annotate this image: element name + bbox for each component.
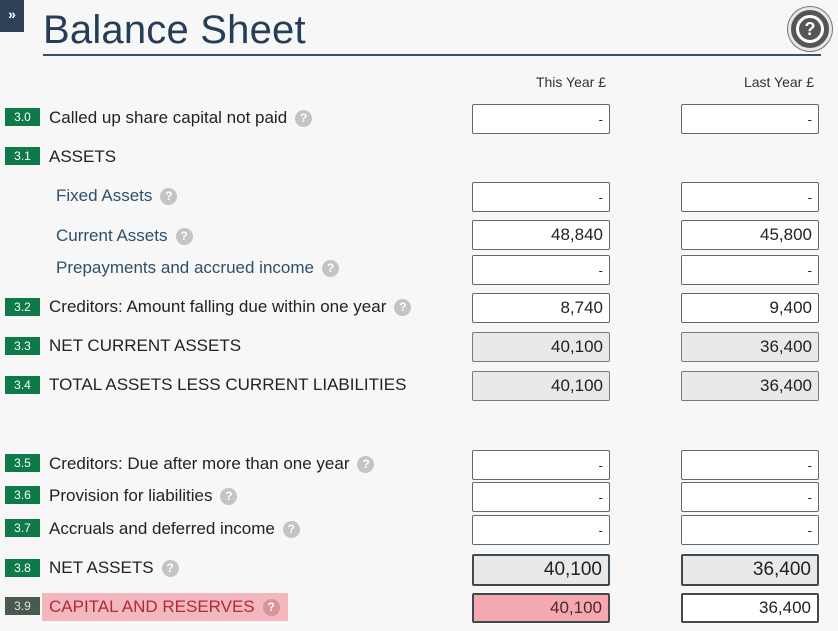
last-year-value: 36,400 (681, 371, 819, 401)
section-badge: 3.9 (5, 597, 40, 615)
row-label-text: ASSETS (49, 147, 117, 166)
last-year-input[interactable]: - (681, 255, 819, 285)
section-badge: 3.4 (5, 376, 40, 394)
row-label-text: TOTAL ASSETS LESS CURRENT LIABILITIES (49, 375, 407, 394)
last-year-input[interactable]: 36,400 (681, 593, 819, 623)
last-year-value: 36,400 (681, 332, 819, 362)
section-badge: 3.5 (5, 454, 40, 472)
last-year-input[interactable]: - (681, 104, 819, 134)
row-label: TOTAL ASSETS LESS CURRENT LIABILITIES (49, 375, 406, 395)
help-icon[interactable]: ? (295, 109, 313, 127)
row-3-1: 3.1 ASSETS (0, 143, 838, 173)
row-label: Fixed Assets ? (56, 186, 178, 206)
row-label-text: NET ASSETS (49, 558, 154, 577)
row-label: Creditors: Amount falling due within one… (49, 297, 412, 317)
help-icon[interactable]: ? (262, 598, 280, 616)
this-year-input[interactable]: - (472, 104, 610, 134)
last-year-input[interactable]: - (681, 515, 819, 545)
question-icon: ? (796, 15, 824, 43)
row-label: NET ASSETS ? (49, 558, 179, 578)
help-icon[interactable]: ? (161, 559, 179, 577)
row-label-text: Creditors: Due after more than one year (49, 454, 350, 473)
last-year-input[interactable]: - (681, 182, 819, 212)
section-badge: 3.6 (5, 486, 40, 504)
row-label: Called up share capital not paid ? (49, 108, 313, 128)
row-label-text: Current Assets (56, 226, 168, 245)
title-divider (43, 54, 821, 56)
row-current-assets: Current Assets ? 48,840 45,800 (0, 220, 838, 250)
row-3-5: 3.5 Creditors: Due after more than one y… (0, 450, 838, 480)
section-badge: 3.2 (5, 298, 40, 316)
last-year-input[interactable]: - (681, 450, 819, 480)
last-year-value: 36,400 (681, 554, 819, 586)
this-year-input[interactable]: - (472, 450, 610, 480)
help-icon[interactable]: ? (321, 259, 339, 277)
row-label: ASSETS (49, 147, 116, 167)
section-badge: 3.0 (5, 108, 40, 126)
section-badge: 3.7 (5, 519, 40, 537)
expand-sidebar-button[interactable]: » (0, 0, 24, 32)
last-year-input[interactable]: 45,800 (681, 220, 819, 250)
row-label: Current Assets ? (56, 226, 193, 246)
row-3-8: 3.8 NET ASSETS ? 40,100 36,400 (0, 554, 838, 586)
this-year-value: 40,100 (472, 371, 610, 401)
row-label-text: Called up share capital not paid (49, 108, 288, 127)
row-label: NET CURRENT ASSETS (49, 336, 241, 356)
row-label-text: Accruals and deferred income (49, 519, 275, 538)
last-year-input[interactable]: - (681, 482, 819, 512)
last-year-input[interactable]: 9,400 (681, 293, 819, 323)
row-label-text: Fixed Assets (56, 186, 153, 205)
section-badge: 3.1 (5, 147, 40, 165)
row-3-6: 3.6 Provision for liabilities ? - - (0, 482, 838, 512)
help-icon[interactable]: ? (160, 187, 178, 205)
page-title: Balance Sheet (43, 8, 306, 52)
row-label-text: Provision for liabilities (49, 486, 213, 505)
section-badge: 3.8 (5, 559, 40, 577)
row-label: Creditors: Due after more than one year … (49, 454, 375, 474)
help-icon[interactable]: ? (357, 455, 375, 473)
row-fixed-assets: Fixed Assets ? - - (0, 182, 838, 212)
row-3-3: 3.3 NET CURRENT ASSETS 40,100 36,400 (0, 332, 838, 362)
row-label: Prepayments and accrued income ? (56, 258, 339, 278)
help-button[interactable]: ? (788, 7, 832, 51)
row-label-text: CAPITAL AND RESERVES (49, 597, 255, 616)
help-icon[interactable]: ? (175, 227, 193, 245)
row-3-0: 3.0 Called up share capital not paid ? -… (0, 104, 838, 134)
this-year-input[interactable]: - (472, 515, 610, 545)
this-year-input[interactable]: 8,740 (472, 293, 610, 323)
row-3-9: 3.9 CAPITAL AND RESERVES ? 40,100 36,400 (0, 593, 838, 623)
help-icon[interactable]: ? (220, 487, 238, 505)
row-label: Provision for liabilities ? (49, 486, 238, 506)
this-year-input[interactable]: - (472, 255, 610, 285)
this-year-input[interactable]: 40,100 (472, 593, 610, 623)
row-label: Accruals and deferred income ? (49, 519, 300, 539)
this-year-input[interactable]: - (472, 482, 610, 512)
this-year-input[interactable]: - (472, 182, 610, 212)
row-label-text: NET CURRENT ASSETS (49, 336, 242, 355)
row-label-text: Prepayments and accrued income (56, 258, 314, 277)
this-year-value: 40,100 (472, 554, 610, 586)
row-label-text: Creditors: Amount falling due within one… (49, 297, 387, 316)
help-icon[interactable]: ? (282, 520, 300, 538)
row-3-2: 3.2 Creditors: Amount falling due within… (0, 293, 838, 323)
this-year-input[interactable]: 48,840 (472, 220, 610, 250)
column-header-last-year: Last Year £ (743, 74, 814, 90)
row-prepayments: Prepayments and accrued income ? - - (0, 255, 838, 285)
help-icon[interactable]: ? (394, 298, 412, 316)
row-label: CAPITAL AND RESERVES ? (49, 597, 280, 617)
column-header-this-year: This Year £ (535, 74, 606, 90)
row-3-4: 3.4 TOTAL ASSETS LESS CURRENT LIABILITIE… (0, 371, 838, 401)
row-3-7: 3.7 Accruals and deferred income ? - - (0, 515, 838, 545)
section-badge: 3.3 (5, 337, 40, 355)
this-year-value: 40,100 (472, 332, 610, 362)
